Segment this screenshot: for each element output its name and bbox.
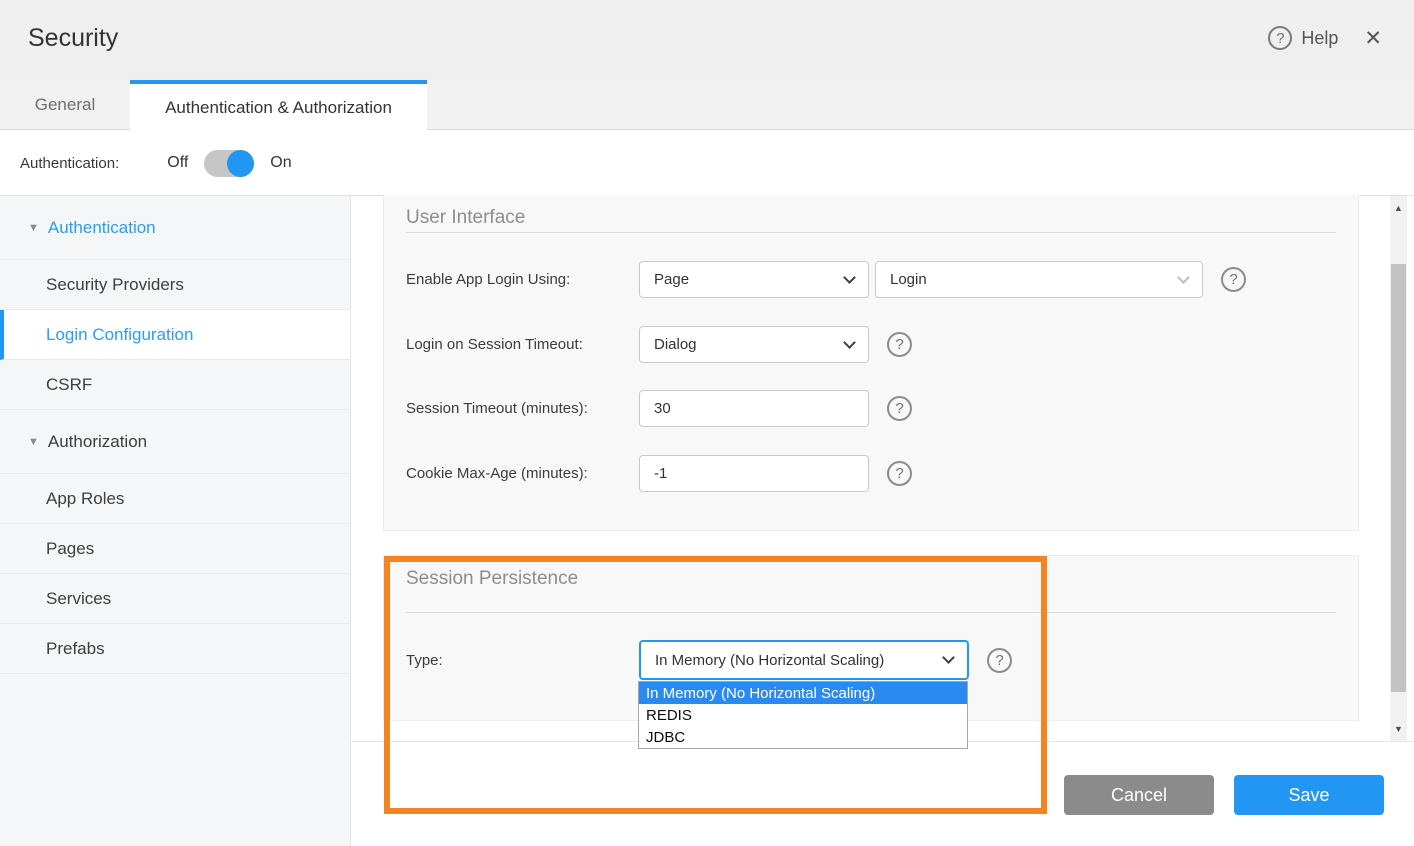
help-icon[interactable]: ? xyxy=(987,648,1012,673)
sidebar-item-authentication[interactable]: ▼ Authentication xyxy=(0,196,350,260)
sidebar-group-label: Authentication xyxy=(48,218,156,238)
select-value: Login xyxy=(890,271,927,288)
close-icon[interactable]: ✕ xyxy=(1364,28,1382,49)
sidebar-item-prefabs[interactable]: Prefabs xyxy=(0,624,350,674)
sidebar-item-label: CSRF xyxy=(46,375,92,395)
session-timeout-input[interactable] xyxy=(639,390,869,427)
field-row-type: Type: In Memory (No Horizontal Scaling) … xyxy=(406,640,1012,680)
sidebar-item-app-roles[interactable]: App Roles xyxy=(0,474,350,524)
section-title: User Interface xyxy=(406,207,525,229)
select-value: In Memory (No Horizontal Scaling) xyxy=(655,652,884,669)
sidebar-item-pages[interactable]: Pages xyxy=(0,524,350,574)
field-row-login-on-session-timeout: Login on Session Timeout: Dialog ? xyxy=(406,326,912,363)
chevron-down-icon xyxy=(843,271,856,284)
sidebar-item-label: Services xyxy=(46,589,111,609)
sidebar-item-services[interactable]: Services xyxy=(0,574,350,624)
dropdown-option-redis[interactable]: REDIS xyxy=(639,704,967,726)
help-label: Help xyxy=(1301,28,1338,49)
field-label: Type: xyxy=(406,652,639,669)
authentication-toggle-row: Authentication: Off On xyxy=(0,131,1414,196)
dropdown-option-jdbc[interactable]: JDBC xyxy=(639,726,967,748)
scroll-up-button[interactable]: ▲ xyxy=(1390,200,1407,216)
collapse-triangle-icon: ▼ xyxy=(28,222,39,234)
help-icon[interactable]: ? xyxy=(1221,267,1246,292)
help-icon: ? xyxy=(1268,26,1292,50)
section-user-interface: User Interface Enable App Login Using: P… xyxy=(383,195,1359,531)
field-row-enable-app-login: Enable App Login Using: Page Login ? xyxy=(406,261,1246,298)
toggle-off-label: Off xyxy=(167,154,188,172)
save-button[interactable]: Save xyxy=(1234,775,1384,815)
sidebar-item-label: Security Providers xyxy=(46,275,184,295)
header-actions: ? Help ✕ xyxy=(1268,26,1382,50)
login-on-session-timeout-select[interactable]: Dialog xyxy=(639,326,869,363)
sidebar-item-security-providers[interactable]: Security Providers xyxy=(0,260,350,310)
collapse-triangle-icon: ▼ xyxy=(28,436,39,448)
tab-general[interactable]: General xyxy=(0,80,130,130)
toggle-on-label: On xyxy=(270,154,291,172)
dialog-header: Security ? Help ✕ xyxy=(0,0,1414,80)
field-label: Session Timeout (minutes): xyxy=(406,400,639,417)
scrollbar[interactable]: ▲ ▼ xyxy=(1390,196,1407,741)
sidebar-item-label: Login Configuration xyxy=(46,325,193,345)
sidebar-item-label: Pages xyxy=(46,539,94,559)
sidebar-item-csrf[interactable]: CSRF xyxy=(0,360,350,410)
field-row-cookie-max-age: Cookie Max-Age (minutes): ? xyxy=(406,455,912,492)
page-title: Security xyxy=(28,24,118,53)
section-title-divider xyxy=(406,232,1336,233)
field-row-session-timeout: Session Timeout (minutes): ? xyxy=(406,390,912,427)
authentication-toggle[interactable] xyxy=(204,150,254,177)
chevron-down-icon xyxy=(942,651,955,664)
security-dialog: Security ? Help ✕ General Authentication… xyxy=(0,0,1414,846)
field-label: Enable App Login Using: xyxy=(406,271,639,288)
sidebar: ▼ Authentication Security Providers Logi… xyxy=(0,196,351,846)
login-page-select[interactable]: Login xyxy=(875,261,1203,298)
sidebar-group-label: Authorization xyxy=(48,432,147,452)
cancel-button[interactable]: Cancel xyxy=(1064,775,1214,815)
help-icon[interactable]: ? xyxy=(887,332,912,357)
help-button[interactable]: ? Help xyxy=(1268,26,1338,50)
chevron-down-icon xyxy=(1177,271,1190,284)
field-label: Cookie Max-Age (minutes): xyxy=(406,465,639,482)
field-label: Login on Session Timeout: xyxy=(406,336,639,353)
select-value: Dialog xyxy=(654,336,697,353)
scroll-down-button[interactable]: ▼ xyxy=(1390,721,1407,737)
section-title: Session Persistence xyxy=(406,568,578,590)
section-title-divider xyxy=(406,612,1336,613)
type-select-dropdown: In Memory (No Horizontal Scaling) REDIS … xyxy=(638,681,968,749)
tab-authentication-authorization[interactable]: Authentication & Authorization xyxy=(130,80,427,131)
help-icon[interactable]: ? xyxy=(887,461,912,486)
scrollbar-thumb[interactable] xyxy=(1391,264,1406,692)
enable-app-login-select[interactable]: Page xyxy=(639,261,869,298)
authentication-label: Authentication: xyxy=(20,155,119,172)
session-persistence-type-select[interactable]: In Memory (No Horizontal Scaling) xyxy=(639,640,969,680)
sidebar-item-login-configuration[interactable]: Login Configuration xyxy=(0,310,350,360)
sidebar-item-label: App Roles xyxy=(46,489,124,509)
cookie-max-age-input[interactable] xyxy=(639,455,869,492)
toggle-knob xyxy=(227,150,254,177)
dropdown-option-in-memory[interactable]: In Memory (No Horizontal Scaling) xyxy=(639,682,967,704)
help-icon[interactable]: ? xyxy=(887,396,912,421)
sidebar-item-label: Prefabs xyxy=(46,639,105,659)
select-value: Page xyxy=(654,271,689,288)
sidebar-item-authorization[interactable]: ▼ Authorization xyxy=(0,410,350,474)
chevron-down-icon xyxy=(843,336,856,349)
